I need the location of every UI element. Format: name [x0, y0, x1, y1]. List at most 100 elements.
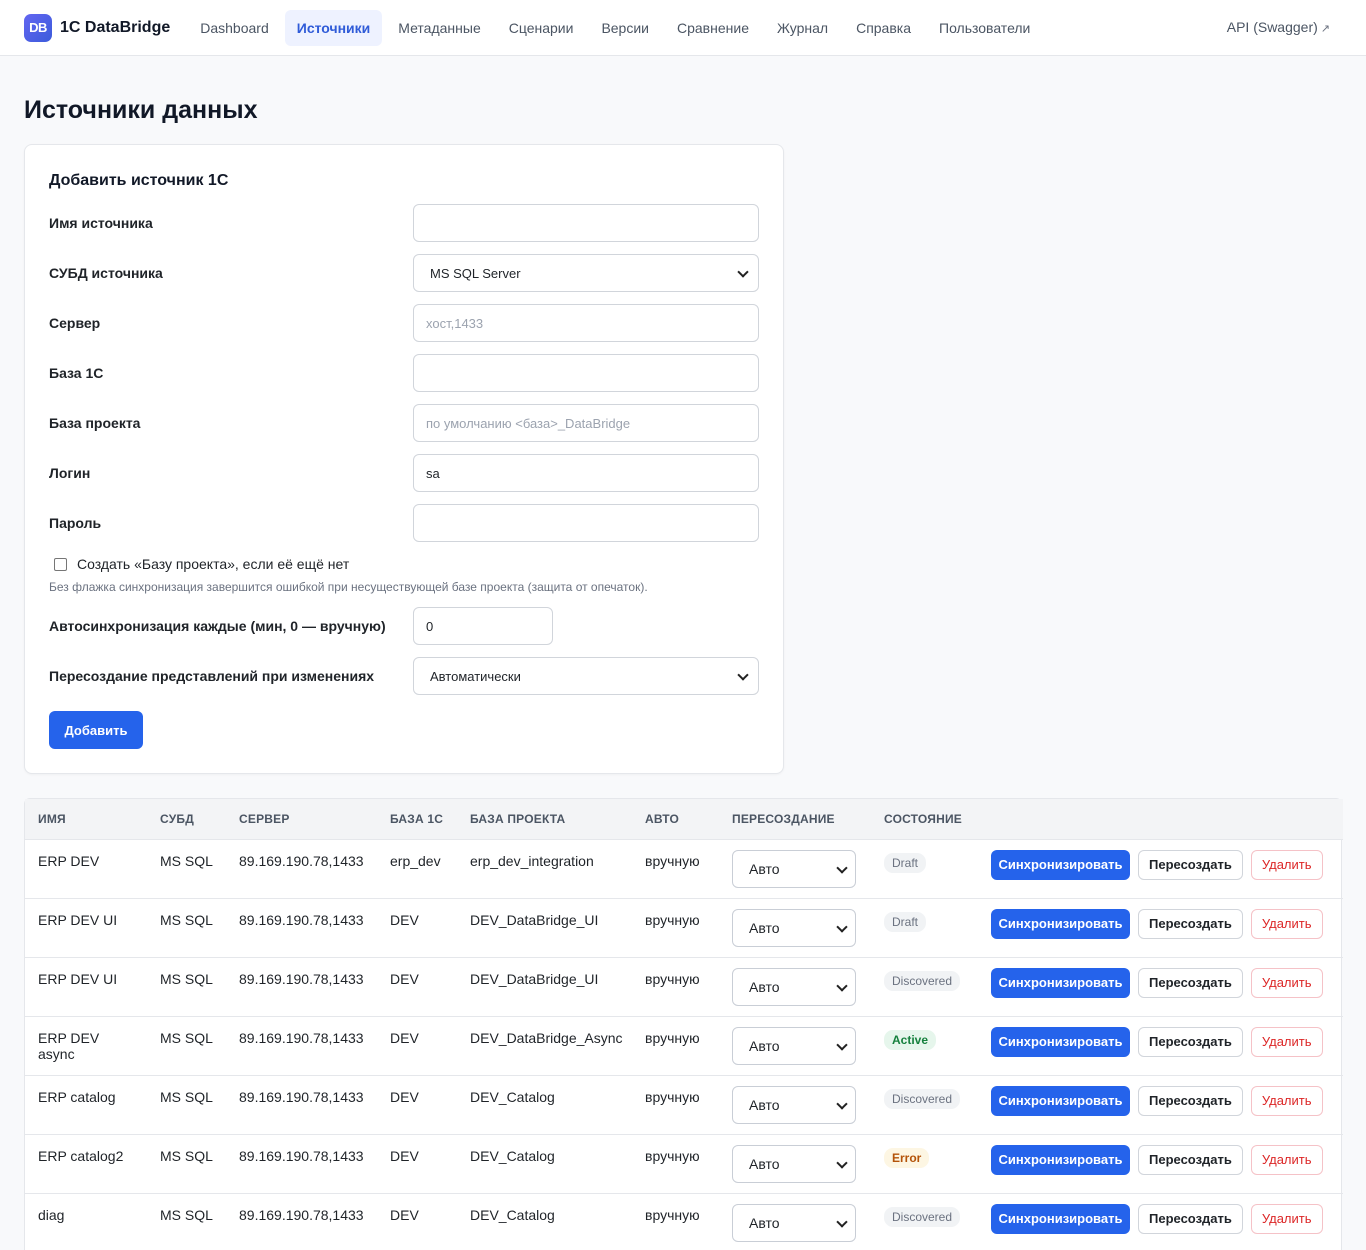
chevron-down-icon — [837, 1218, 847, 1228]
autosync-label: Автосинхронизация каждые (мин, 0 — вручн… — [49, 618, 386, 634]
server-input[interactable]: хост,1433 — [413, 304, 759, 342]
delete-button[interactable]: Удалить — [1250, 967, 1323, 998]
delete-button[interactable]: Удалить — [1250, 849, 1323, 880]
cell-project-db: DEV_Catalog — [457, 1074, 632, 1134]
api-swagger-label: API (Swagger) — [1226, 19, 1318, 35]
sync-button[interactable]: Синхронизировать — [991, 849, 1130, 880]
nav-item-2[interactable]: Метаданные — [386, 10, 492, 46]
dbms-select[interactable]: MS SQL Server — [413, 254, 759, 292]
delete-button[interactable]: Удалить — [1250, 908, 1323, 939]
recreate-button[interactable]: Пересоздать — [1138, 967, 1243, 998]
nav-item-7[interactable]: Справка — [844, 10, 923, 46]
sync-button[interactable]: Синхронизировать — [991, 1144, 1130, 1175]
row-recreate-select[interactable]: Авто — [732, 908, 856, 947]
cell-auto: вручную — [632, 1133, 719, 1193]
row-recreate-select[interactable]: Авто — [732, 1203, 856, 1242]
recreate-button[interactable]: Пересоздать — [1138, 1026, 1243, 1057]
row-recreate-select[interactable]: Авто — [732, 1144, 856, 1183]
cell-auto: вручную — [632, 1192, 719, 1250]
table-row: ERP DEV UI MS SQL 89.169.190.78,1433 DEV DEV… — [25, 897, 1343, 957]
nav-item-3[interactable]: Сценарии — [497, 10, 586, 46]
cell-recreate: Авто — [719, 1074, 871, 1134]
create-project-db-checkbox[interactable] — [54, 557, 67, 571]
row-recreate-value: Авто — [749, 978, 780, 995]
cell-name: ERP DEV — [25, 838, 147, 898]
recreate-select[interactable]: Автоматически — [413, 657, 759, 695]
status-badge: Active — [884, 1029, 937, 1050]
row-recreate-select[interactable]: Авто — [732, 849, 856, 888]
cell-server: 89.169.190.78,1433 — [226, 1133, 377, 1193]
sync-button[interactable]: Синхронизировать — [991, 967, 1130, 998]
form-row-db-1c: База 1С — [49, 354, 759, 392]
form-row-server: Сервер хост,1433 — [49, 304, 759, 342]
sync-button[interactable]: Синхронизировать — [991, 1085, 1130, 1116]
add-source-button[interactable]: Добавить — [49, 711, 143, 749]
cell-name: diag — [25, 1192, 147, 1250]
cell-actions: Синхронизировать Пересоздать Удалить — [978, 838, 1343, 898]
nav-item-5[interactable]: Сравнение — [665, 10, 761, 46]
column-header: Имя — [38, 811, 66, 826]
cell-dbms: MS SQL — [147, 1015, 226, 1075]
recreate-button[interactable]: Пересоздать — [1138, 908, 1243, 939]
login-input[interactable]: sa — [413, 454, 759, 492]
column-header: База 1С — [390, 811, 444, 826]
brand-name: 1C DataBridge — [60, 18, 171, 36]
cell-project-db: DEV_DataBridge_UI — [457, 897, 632, 957]
sync-button[interactable]: Синхронизировать — [991, 908, 1130, 939]
recreate-button[interactable]: Пересоздать — [1138, 1203, 1243, 1234]
cell-dbms: MS SQL — [147, 1074, 226, 1134]
table-row: ERP catalog2 MS SQL 89.169.190.78,1433 DEV D… — [25, 1133, 1343, 1193]
column-header: Сервер — [239, 811, 290, 826]
autosync-input[interactable]: 0 — [413, 607, 553, 645]
password-input[interactable] — [413, 504, 759, 542]
cell-state: Error — [871, 1133, 978, 1193]
delete-button[interactable]: Удалить — [1250, 1203, 1323, 1234]
table-row: ERP DEV UI MS SQL 89.169.190.78,1433 DEV DEV… — [25, 956, 1343, 1016]
cell-dbms: MS SQL — [147, 897, 226, 957]
sync-button[interactable]: Синхронизировать — [991, 1203, 1130, 1234]
create-project-db-label[interactable]: Создать «Базу проекта», если её ещё нет — [77, 556, 349, 572]
dbms-select-value: MS SQL Server — [430, 265, 521, 281]
project-db-label: База проекта — [49, 415, 141, 431]
nav-item-8[interactable]: Пользователи — [927, 10, 1042, 46]
api-swagger-link[interactable]: API (Swagger) ↗ — [1227, 19, 1330, 35]
nav-item-6[interactable]: Журнал — [765, 10, 840, 46]
nav-item-0[interactable]: Dashboard — [188, 10, 281, 46]
db-1c-input[interactable] — [413, 354, 759, 392]
cell-server: 89.169.190.78,1433 — [226, 956, 377, 1016]
cell-server: 89.169.190.78,1433 — [226, 838, 377, 898]
cell-name: ERP DEV async — [25, 1015, 147, 1075]
chevron-down-icon — [837, 923, 847, 933]
row-recreate-value: Авто — [749, 1096, 780, 1113]
login-label: Логин — [49, 465, 91, 481]
status-badge: Discovered — [884, 1206, 961, 1227]
row-recreate-select[interactable]: Авто — [732, 1026, 856, 1065]
brand[interactable]: DB 1C DataBridge — [24, 13, 171, 42]
delete-button[interactable]: Удалить — [1250, 1085, 1323, 1116]
delete-button[interactable]: Удалить — [1250, 1144, 1323, 1175]
cell-state: Active — [871, 1015, 978, 1075]
sync-button[interactable]: Синхронизировать — [991, 1026, 1130, 1057]
cell-name: ERP DEV UI — [25, 956, 147, 1016]
delete-button[interactable]: Удалить — [1250, 1026, 1323, 1057]
row-recreate-value: Авто — [749, 860, 780, 877]
recreate-button[interactable]: Пересоздать — [1138, 1085, 1243, 1116]
top-navigation-bar: DB 1C DataBridge Dashboard Источники Метад… — [0, 0, 1366, 56]
cell-dbms: MS SQL — [147, 1133, 226, 1193]
status-badge: Draft — [884, 852, 927, 873]
cell-name: ERP catalog — [25, 1074, 147, 1134]
chevron-down-icon — [837, 1041, 847, 1051]
recreate-button[interactable]: Пересоздать — [1138, 1144, 1243, 1175]
nav-item-1[interactable]: Источники — [284, 9, 383, 46]
nav-item-4[interactable]: Версии — [589, 10, 661, 46]
row-recreate-select[interactable]: Авто — [732, 967, 856, 1006]
row-recreate-select[interactable]: Авто — [732, 1085, 856, 1124]
recreate-button[interactable]: Пересоздать — [1138, 849, 1243, 880]
cell-dbms: MS SQL — [147, 838, 226, 898]
project-db-input[interactable]: по умолчанию <база>_DataBridge — [413, 404, 759, 442]
chevron-down-icon — [837, 982, 847, 992]
page-title: Источники данных — [24, 96, 258, 124]
table-row: ERP DEV async MS SQL 89.169.190.78,1433 DEV… — [25, 1015, 1343, 1075]
source-name-input[interactable] — [413, 204, 759, 242]
db-1c-label: База 1С — [49, 365, 104, 381]
